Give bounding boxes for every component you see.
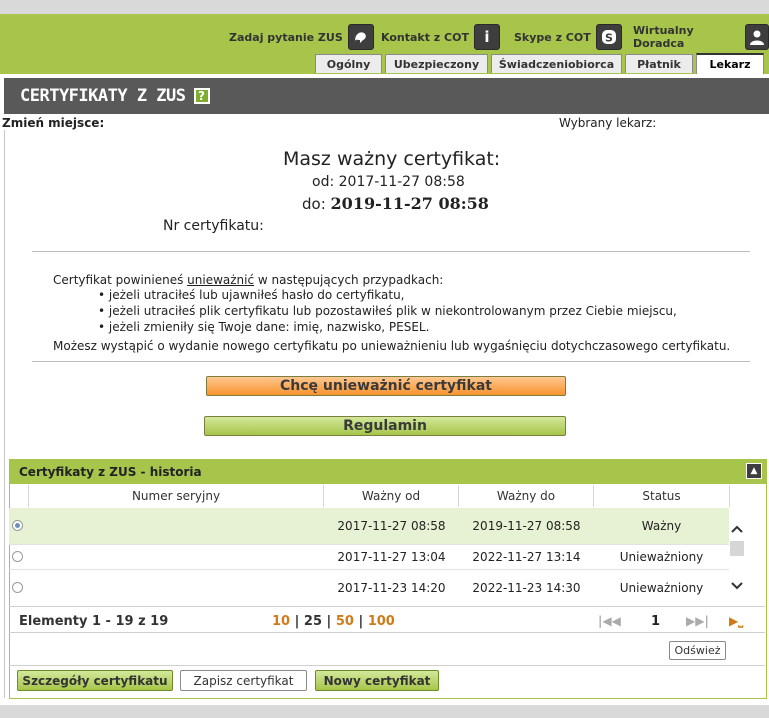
page-title-bar: CERTYFIKATY Z ZUS ? xyxy=(4,78,769,114)
revoke-outro: Możesz wystąpić o wydanie nowego certyfi… xyxy=(53,339,731,353)
tab-beneficiary[interactable]: Świadczeniobiorca xyxy=(491,54,622,73)
scroll-thumb xyxy=(730,541,744,556)
help-icon[interactable]: ? xyxy=(193,88,210,104)
actions-divider xyxy=(9,665,765,666)
row-valid-from: 2017-11-23 14:20 xyxy=(337,581,446,595)
table-row[interactable]: 2017-11-27 13:04 2022-11-27 13:14 Uniewa… xyxy=(9,545,729,570)
svg-text:S: S xyxy=(605,32,613,45)
first-page-icon[interactable]: |◀◀ xyxy=(598,614,621,628)
new-certificate-button[interactable]: Nowy certyfikat xyxy=(315,670,439,691)
user-icon xyxy=(744,24,769,50)
history-title: Certyfikaty z ZUS - historia xyxy=(19,465,202,479)
valid-to-label: do: xyxy=(302,195,326,213)
page-title: CERTYFIKATY Z ZUS xyxy=(20,86,186,106)
column-serial[interactable]: Numer seryjny xyxy=(29,485,324,507)
column-valid-from[interactable]: Ważny od xyxy=(324,485,459,507)
skype-cot-link[interactable]: Skype z COT S xyxy=(514,24,622,50)
column-status[interactable]: Status xyxy=(594,485,730,507)
export-icon[interactable]: ▶⎵ xyxy=(729,614,743,629)
skype-icon: S xyxy=(595,24,622,50)
selected-doctor-label: Wybrany lekarz: xyxy=(559,116,657,130)
valid-from-value: 2017-11-27 08:58 xyxy=(338,174,465,190)
grid-header: Numer seryjny Ważny od Ważny do Status xyxy=(9,485,745,509)
last-page-icon[interactable]: ▶▶| xyxy=(686,614,709,628)
contact-cot-link[interactable]: Kontakt z COT i xyxy=(381,24,500,50)
page-size-25[interactable]: 25 xyxy=(304,614,322,629)
revoke-intro: Certyfikat powinieneś unieważnić w nastę… xyxy=(53,273,443,287)
bullet-1: • jeżeli utraciłeś lub ujawniłeś hasło d… xyxy=(98,288,405,302)
certificate-details-button[interactable]: Szczegóły certyfikatu xyxy=(17,670,173,691)
terms-button[interactable]: Regulamin xyxy=(204,416,566,436)
bullet-2: • jeżeli utraciłeś plik certyfikatu lub … xyxy=(98,304,677,318)
table-row[interactable]: 2017-11-23 14:20 2022-11-23 14:30 Uniewa… xyxy=(9,570,729,607)
valid-to-line: do: 2019-11-27 08:58 xyxy=(302,194,489,213)
virtual-advisor-link[interactable]: Wirtualny Doradca xyxy=(633,24,769,50)
elements-count: Elementy 1 - 19 z 19 xyxy=(19,614,169,629)
row-serial xyxy=(29,545,324,569)
header-bar: Zadaj pytanie ZUS Kontakt z COT i Skype … xyxy=(0,14,769,74)
valid-from-label: od: xyxy=(312,174,335,190)
scroll-up-icon xyxy=(731,525,743,533)
valid-to-value: 2019-11-27 08:58 xyxy=(330,194,489,213)
row-valid-to: 2022-11-27 13:14 xyxy=(472,550,581,564)
certificate-number-label: Nr certyfikatu: xyxy=(163,218,264,234)
grid-divider xyxy=(9,606,765,607)
row-valid-from: 2017-11-27 08:58 xyxy=(337,519,446,533)
skype-cot-label: Skype z COT xyxy=(514,30,591,44)
page-size-selector: 10 | 25 | 50 | 100 xyxy=(272,614,395,629)
grid-header-select xyxy=(9,485,29,507)
divider-bottom xyxy=(32,361,750,362)
save-certificate-button[interactable]: Zapisz certyfikat xyxy=(180,670,307,691)
pager-divider xyxy=(9,632,765,633)
row-radio[interactable] xyxy=(12,582,23,593)
column-valid-to[interactable]: Ważny do xyxy=(459,485,594,507)
chat-icon xyxy=(347,24,374,50)
row-valid-from: 2017-11-27 13:04 xyxy=(337,550,446,564)
revoke-intro-post: w następujących przypadkach: xyxy=(254,273,444,287)
row-serial xyxy=(29,570,324,606)
tab-insured[interactable]: Ubezpieczony xyxy=(385,54,488,73)
page-size-10[interactable]: 10 xyxy=(272,614,290,629)
bullet-1-text: jeżeli utraciłeś lub ujawniłeś hasło do … xyxy=(108,288,405,302)
ask-zus-link[interactable]: Zadaj pytanie ZUS xyxy=(229,24,374,50)
revoke-intro-pre: Certyfikat powinieneś xyxy=(53,273,188,287)
scroll-down-icon xyxy=(731,582,743,590)
contact-cot-label: Kontakt z COT xyxy=(381,30,469,44)
row-status: Unieważniony xyxy=(619,550,704,564)
tab-payer[interactable]: Płatnik xyxy=(625,54,693,73)
revoke-certificate-button[interactable]: Chcę unieważnić certyfikat xyxy=(206,376,566,396)
revoke-link[interactable]: unieważnić xyxy=(187,273,254,287)
row-radio[interactable] xyxy=(12,520,23,531)
ask-zus-label: Zadaj pytanie ZUS xyxy=(229,30,343,44)
table-row[interactable]: 2017-11-27 08:58 2019-11-27 08:58 Ważny xyxy=(9,508,729,545)
bottom-strip xyxy=(0,705,769,718)
history-panel-header: Certyfikaty z ZUS - historia ▲ xyxy=(10,460,766,484)
collapse-icon[interactable]: ▲ xyxy=(746,463,762,479)
page-size-100[interactable]: 100 xyxy=(368,614,395,629)
divider-top xyxy=(32,251,750,252)
tab-general[interactable]: Ogólny xyxy=(315,54,382,73)
row-status: Ważny xyxy=(641,519,682,533)
change-place-label[interactable]: Zmień miejsce: xyxy=(2,116,104,130)
tab-doctor[interactable]: Lekarz xyxy=(696,53,764,74)
bullet-3-text: jeżeli zmieniły się Twoje dane: imię, na… xyxy=(108,320,430,334)
bullet-2-text: jeżeli utraciłeś plik certyfikatu lub po… xyxy=(108,304,677,318)
grid-scrollbar[interactable] xyxy=(729,508,745,605)
row-status: Unieważniony xyxy=(619,581,704,595)
row-radio[interactable] xyxy=(12,551,23,562)
info-icon: i xyxy=(473,24,500,50)
refresh-button[interactable]: Odśwież xyxy=(669,641,726,660)
bullet-3: • jeżeli zmieniły się Twoje dane: imię, … xyxy=(98,320,430,334)
row-valid-to: 2022-11-23 14:30 xyxy=(472,581,581,595)
virtual-advisor-label: Wirtualny Doradca xyxy=(633,24,694,50)
tab-bar: Ogólny Ubezpieczony Świadczeniobiorca Pł… xyxy=(315,53,767,74)
valid-from-line: od: 2017-11-27 08:58 xyxy=(312,174,465,190)
certificate-heading: Masz ważny certyfikat: xyxy=(283,148,501,170)
current-page[interactable]: 1 xyxy=(651,614,660,629)
page-size-50[interactable]: 50 xyxy=(336,614,354,629)
row-serial xyxy=(29,508,324,544)
row-valid-to: 2019-11-27 08:58 xyxy=(472,519,581,533)
top-strip xyxy=(0,0,769,14)
